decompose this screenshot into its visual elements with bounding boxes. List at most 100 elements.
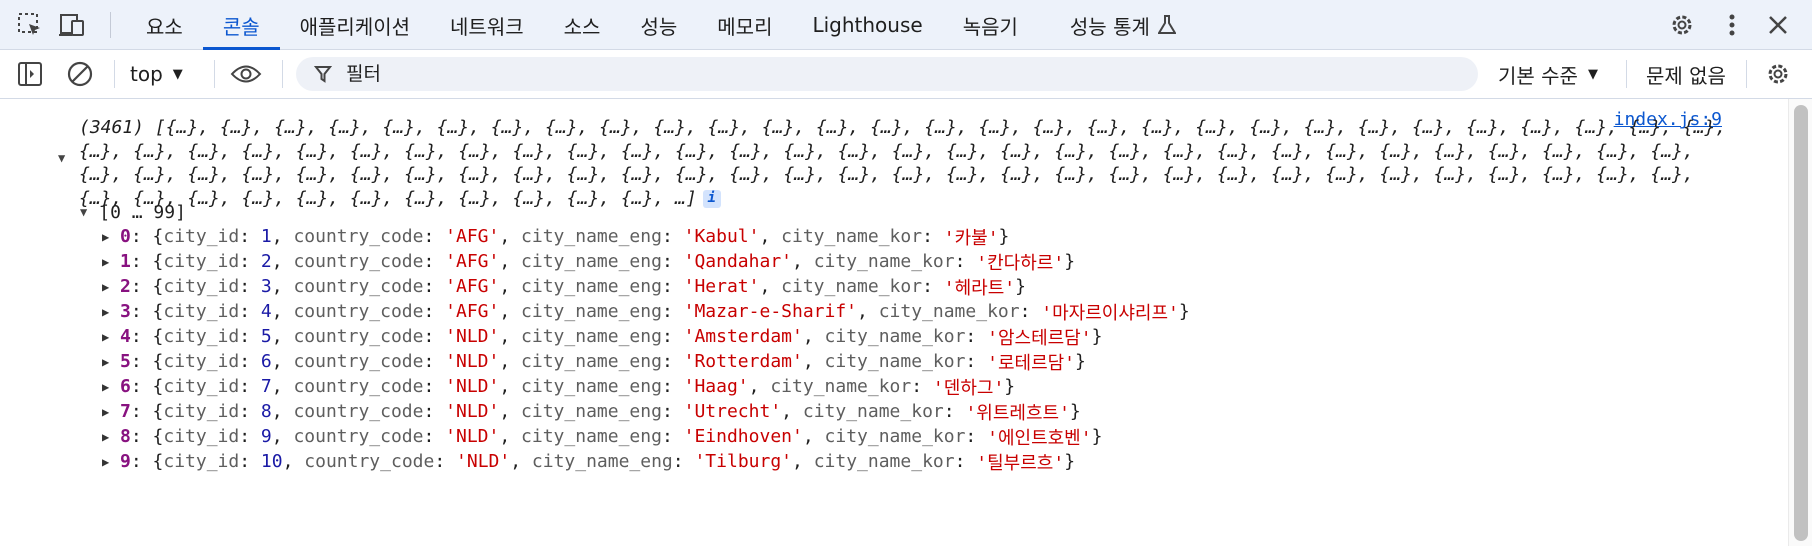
tab-performance-insights[interactable]: 성능 통계	[1050, 0, 1196, 50]
object-row[interactable]: ▶ 1: {city_id: 2, country_code: 'AFG', ci…	[102, 249, 1190, 274]
object-row[interactable]: ▶ 9: {city_id: 10, country_code: 'NLD', c…	[102, 449, 1190, 474]
key-city-name-kor: city_name_kor	[824, 351, 966, 372]
device-toolbar-icon[interactable]	[56, 9, 88, 41]
expand-triangle-icon: ▶	[102, 229, 110, 244]
scrollbar[interactable]	[1788, 99, 1812, 546]
punctuation: : {	[130, 326, 164, 347]
tab-elements[interactable]: 요소	[126, 0, 203, 50]
tab-memory[interactable]: 메모리	[697, 0, 792, 50]
filter-input-container[interactable]	[296, 57, 1478, 91]
punctuation: ,	[499, 376, 522, 397]
punctuation: : {	[130, 301, 164, 322]
value-city-name-kor: '헤라트'	[943, 277, 1016, 299]
object-row[interactable]: ▶ 0: {city_id: 1, country_code: 'AFG', ci…	[102, 224, 1190, 249]
key-country-code: country_code	[293, 326, 424, 347]
tab-application[interactable]: 애플리케이션	[280, 0, 430, 50]
flask-icon	[1157, 15, 1176, 35]
value-city-id: 4	[260, 301, 272, 322]
punctuation: :	[661, 226, 684, 247]
more-options-icon[interactable]	[1716, 9, 1748, 41]
punctuation: : {	[130, 426, 164, 447]
object-row[interactable]: ▶ 2: {city_id: 3, country_code: 'AFG', ci…	[102, 274, 1190, 299]
object-row[interactable]: ▶ 4: {city_id: 5, country_code: 'NLD', ci…	[102, 324, 1190, 349]
issues-counter[interactable]: 문제 없음	[1646, 60, 1726, 88]
toolbar-separator	[1626, 60, 1627, 88]
value-city-id: 2	[260, 251, 272, 272]
punctuation: :	[239, 351, 261, 372]
punctuation: ,	[802, 326, 825, 347]
value-city-name-kor: '에인트호벤'	[987, 427, 1092, 449]
sidebar-toggle-icon[interactable]	[14, 58, 46, 90]
tab-label: 애플리케이션	[299, 14, 411, 39]
settings-gear-icon[interactable]	[1666, 9, 1698, 41]
expand-triangle-icon: ▶	[102, 354, 110, 369]
punctuation: :	[661, 276, 684, 297]
key-city-name-eng: city_name_eng	[521, 426, 662, 447]
filter-input[interactable]	[344, 62, 1248, 86]
punctuation: :	[423, 426, 446, 447]
tab-performance[interactable]: 성능	[620, 0, 697, 50]
key-city-name-eng: city_name_eng	[521, 326, 662, 347]
array-summary[interactable]: (3461) [{…}, {…}, {…}, {…}, {…}, {…}, {……	[79, 116, 1739, 210]
value-city-id: 10	[260, 451, 283, 472]
key-country-code: country_code	[293, 226, 424, 247]
punctuation: ,	[792, 251, 814, 272]
close-icon[interactable]	[1762, 9, 1794, 41]
punctuation: :	[434, 451, 457, 472]
console-settings-gear-icon[interactable]	[1762, 58, 1794, 90]
object-row[interactable]: ▶ 5: {city_id: 6, country_code: 'NLD', ci…	[102, 349, 1190, 374]
punctuation: }	[1178, 301, 1190, 322]
expand-triangle-icon: ▶	[102, 379, 110, 394]
clear-console-icon[interactable]	[64, 58, 96, 90]
punctuation: }	[1091, 426, 1103, 447]
value-country-code: 'AFG'	[445, 226, 500, 247]
key-country-code: country_code	[293, 351, 424, 372]
punctuation: :	[965, 326, 988, 347]
punctuation: ,	[499, 401, 522, 422]
punctuation: :	[954, 251, 977, 272]
punctuation: ,	[748, 376, 771, 397]
object-row[interactable]: ▶ 7: {city_id: 8, country_code: 'NLD', ci…	[102, 399, 1190, 424]
info-icon[interactable]: i	[702, 189, 721, 208]
expand-triangle-icon[interactable]: ▼	[58, 151, 65, 165]
toolbar-separator	[282, 60, 283, 88]
context-label: top	[130, 62, 163, 86]
key-city-name-kor: city_name_kor	[802, 401, 944, 422]
punctuation: :	[423, 276, 446, 297]
object-row[interactable]: ▶ 6: {city_id: 7, country_code: 'NLD', ci…	[102, 374, 1190, 399]
tab-lighthouse[interactable]: Lighthouse	[792, 0, 942, 50]
key-city-id: city_id	[163, 226, 240, 247]
context-selector[interactable]: top ▼	[130, 60, 183, 88]
key-city-name-eng: city_name_eng	[521, 226, 662, 247]
tab-sources[interactable]: 소스	[544, 0, 621, 50]
punctuation: :	[943, 401, 966, 422]
punctuation: ,	[759, 276, 782, 297]
tab-label: 녹음기	[962, 14, 1018, 39]
live-expression-eye-icon[interactable]	[230, 58, 262, 90]
tab-network[interactable]: 네트워크	[430, 0, 544, 50]
tab-recorder[interactable]: 녹음기	[943, 0, 1038, 50]
tab-label: 네트워크	[450, 14, 524, 39]
row-index: 9	[120, 451, 131, 472]
row-index: 2	[120, 276, 131, 297]
punctuation: ,	[271, 226, 294, 247]
tab-console[interactable]: 콘솔	[202, 0, 280, 50]
value-city-name-kor: '카불'	[943, 227, 999, 249]
inspect-element-icon[interactable]	[14, 9, 46, 41]
row-index: 0	[120, 226, 131, 247]
log-level-selector[interactable]: 기본 수준 ▼	[1498, 60, 1598, 88]
punctuation: ,	[781, 401, 803, 422]
value-city-name-kor: '마자르이샤리프'	[1041, 302, 1179, 324]
devtools-tab-bar: 요소 콘솔 애플리케이션 네트워크 소스 성능 메모리 Lighthouse 녹…	[0, 0, 1812, 50]
value-city-name-eng: 'Herat'	[683, 276, 760, 297]
object-row[interactable]: ▶ 8: {city_id: 9, country_code: 'NLD', ci…	[102, 424, 1190, 449]
punctuation: ,	[271, 351, 294, 372]
row-index: 1	[120, 251, 131, 272]
punctuation: : {	[130, 401, 164, 422]
value-city-id: 8	[260, 401, 272, 422]
array-group-row[interactable]: ▼ [0 … 99]	[80, 200, 186, 224]
scrollbar-thumb[interactable]	[1794, 105, 1808, 541]
object-row[interactable]: ▶ 3: {city_id: 4, country_code: 'AFG', ci…	[102, 299, 1190, 324]
punctuation: ,	[499, 351, 522, 372]
value-city-name-kor: '덴하그'	[932, 377, 1005, 399]
